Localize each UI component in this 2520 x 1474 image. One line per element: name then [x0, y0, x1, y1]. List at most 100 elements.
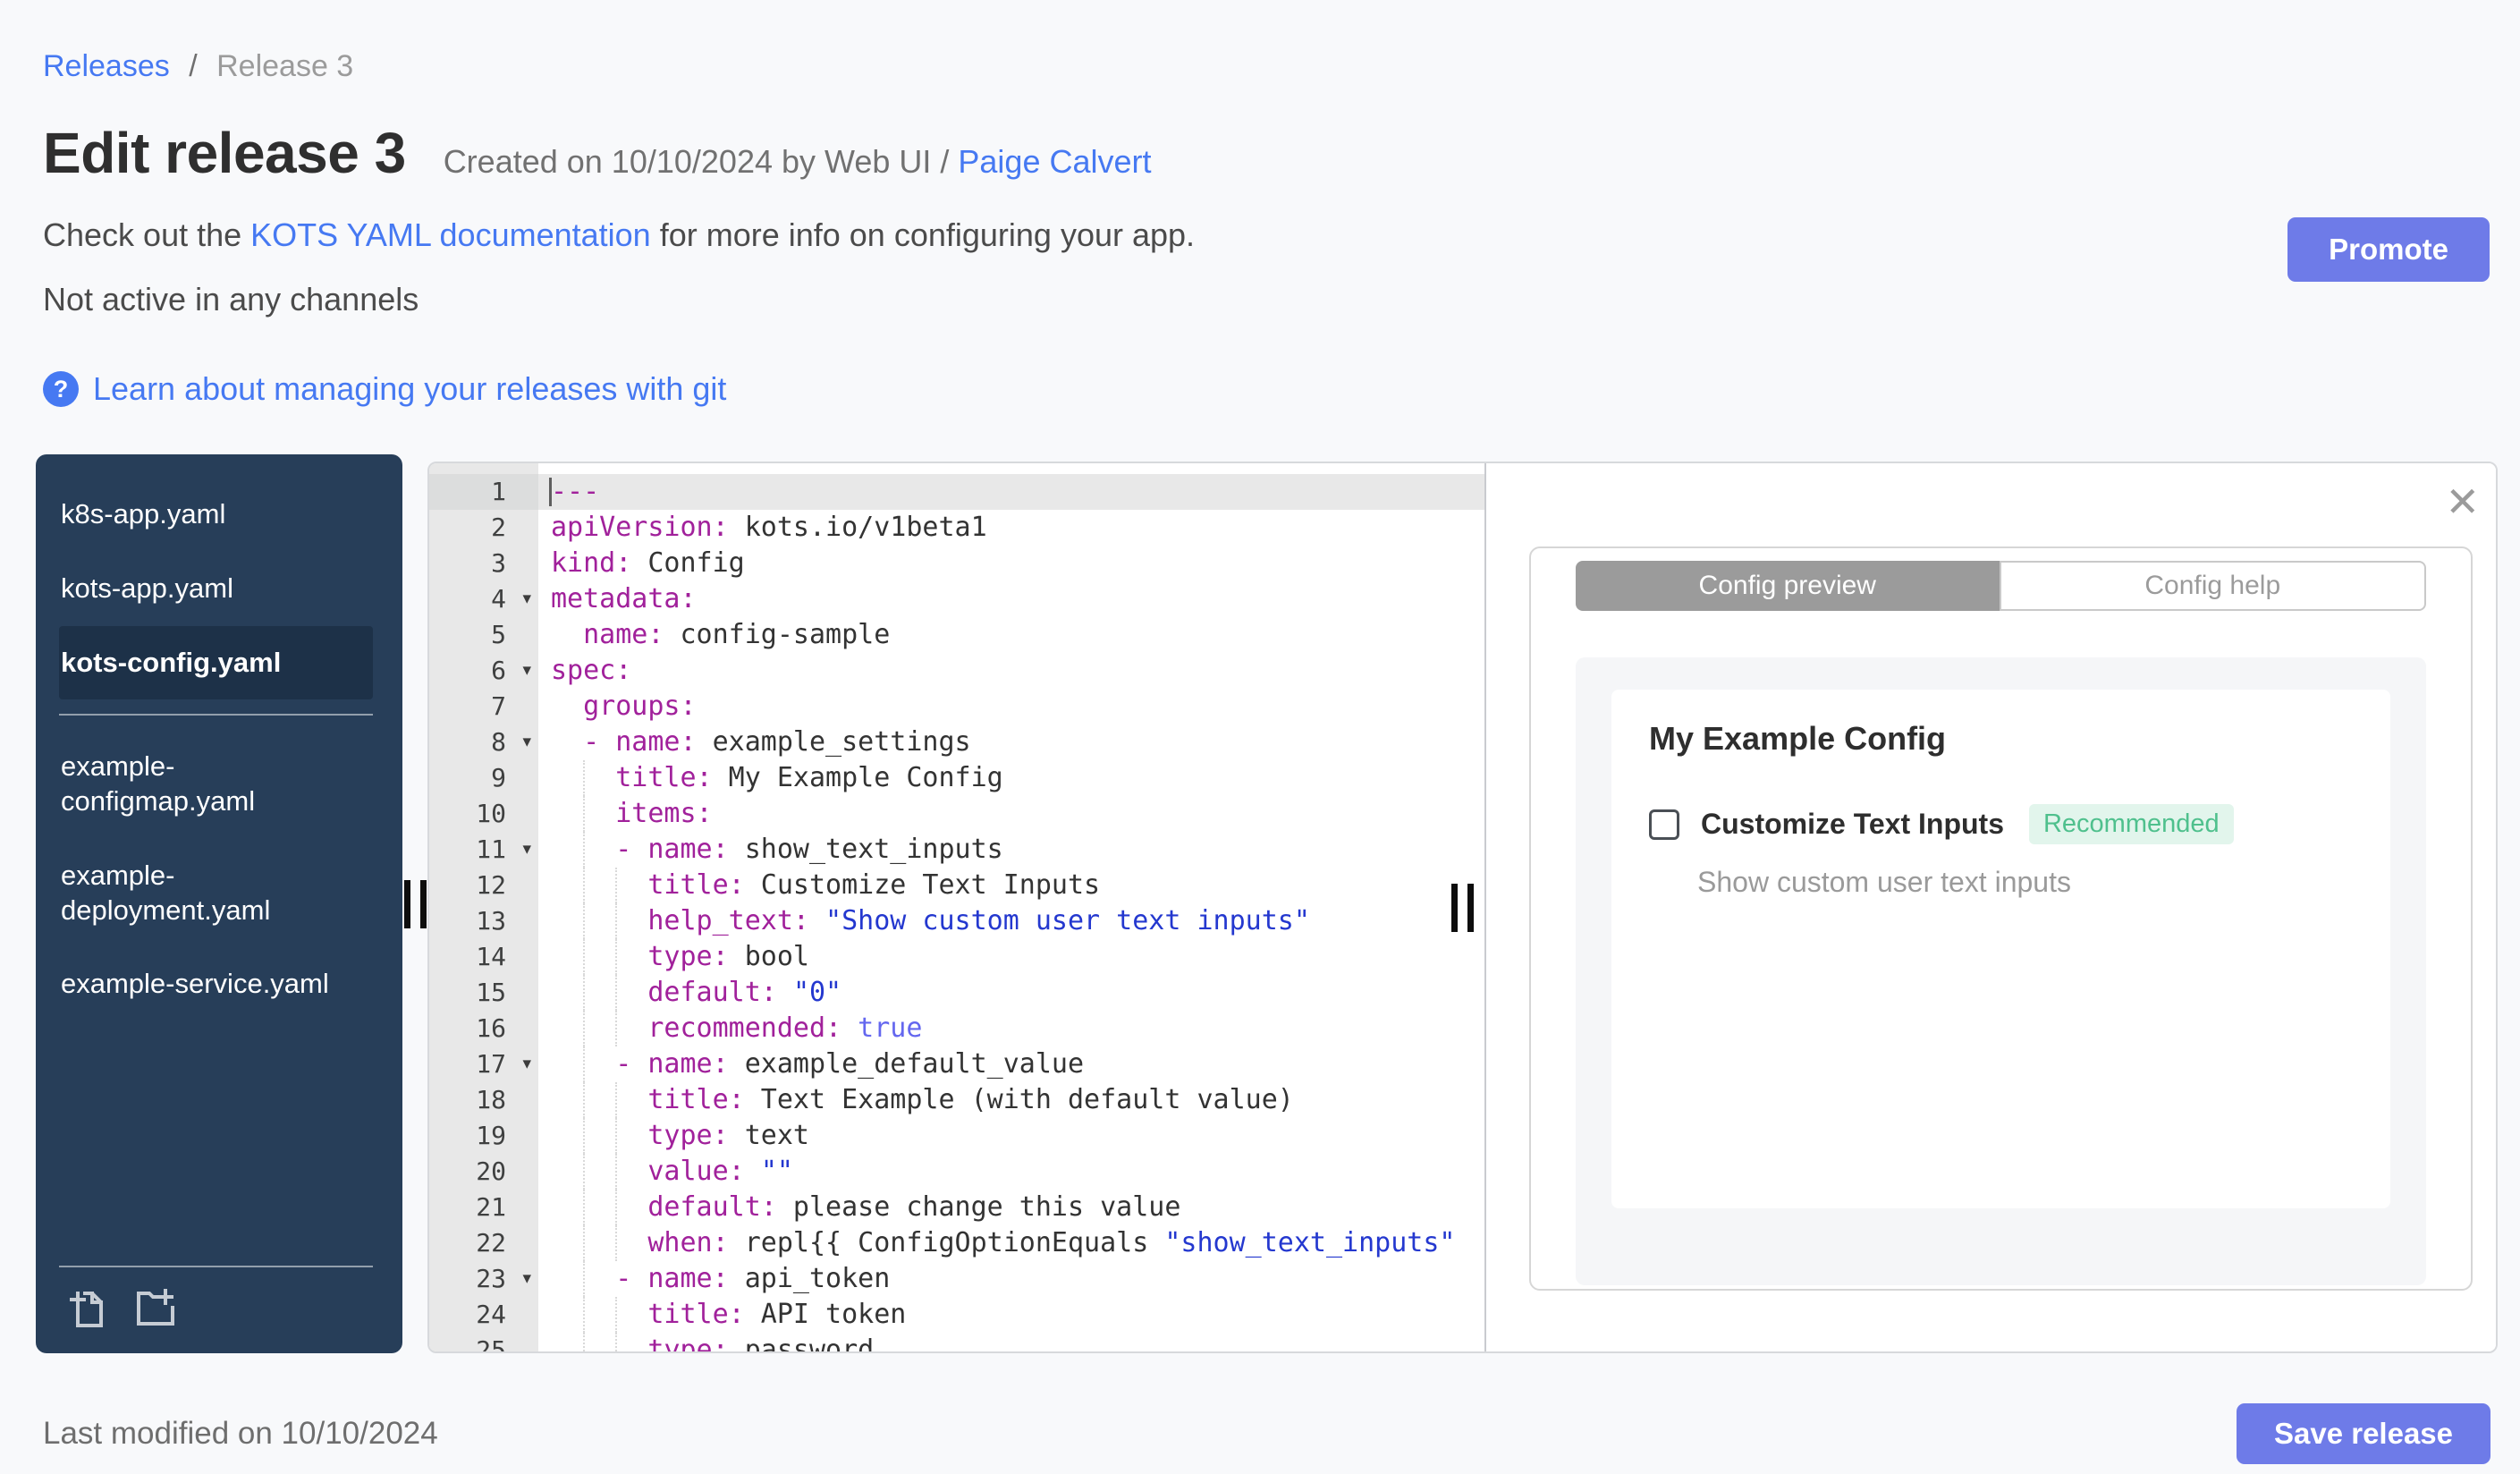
config-preview-panel: ✕ Config preview Config help My Example C…: [1484, 463, 2496, 1351]
add-file-icon[interactable]: [66, 1287, 109, 1330]
gutter-line: 20: [476, 1156, 506, 1186]
gutter-line: 10: [476, 799, 506, 828]
file-item[interactable]: example-configmap.yaml: [59, 730, 373, 839]
file-list-bottom: example-configmap.yaml example-deployment…: [36, 730, 402, 1021]
code-line: title: Text Example (with default value): [538, 1082, 1484, 1118]
sidebar-resize-handle[interactable]: [402, 879, 427, 928]
page: Releases / Release 3 Edit release 3 Crea…: [0, 0, 2520, 1474]
gutter-line: 5: [491, 620, 506, 649]
last-modified: Last modified on 10/10/2024: [43, 1416, 438, 1451]
footer: Last modified on 10/10/2024 Save release: [43, 1403, 2490, 1464]
gutter-line: 12: [476, 870, 506, 900]
gutter-line: 17 ▾: [429, 1046, 538, 1082]
code-line: ---: [538, 474, 1484, 510]
gutter-line: 9: [491, 763, 506, 792]
gutter-line: 24: [476, 1300, 506, 1329]
file-item[interactable]: kots-config.yaml: [59, 625, 373, 700]
config-form-area: My Example Config Customize Text Inputs …: [1576, 657, 2426, 1285]
gutter-line: 25: [476, 1335, 506, 1351]
config-item-label[interactable]: Customize Text Inputs: [1701, 808, 2004, 841]
code-line: - name: example_default_value: [538, 1046, 1484, 1082]
code-line: - name: example_settings: [551, 726, 971, 758]
config-subpanel: Config preview Config help My Example Con…: [1529, 546, 2473, 1291]
recommended-badge: Recommended: [2028, 804, 2234, 844]
chevron-down-icon[interactable]: ▾: [522, 653, 531, 689]
gutter-line: 8 ▾: [429, 724, 538, 760]
chevron-down-icon[interactable]: ▾: [522, 724, 531, 760]
chevron-down-icon[interactable]: ▾: [522, 832, 531, 868]
config-group-title: My Example Config: [1649, 720, 1947, 757]
gutter-line: 23 ▾: [429, 1261, 538, 1297]
code-line: type: password: [538, 1333, 1484, 1351]
config-tabs: Config preview Config help: [1576, 561, 2426, 611]
file-item[interactable]: example-deployment.yaml: [59, 839, 373, 948]
code-line: name: config-sample: [551, 619, 891, 650]
file-item[interactable]: k8s-app.yaml: [59, 478, 373, 552]
code-line: recommended: true: [538, 1011, 1484, 1046]
gutter-line: 21: [476, 1192, 506, 1222]
created-by-link[interactable]: Paige Calvert: [958, 143, 1151, 181]
created-info: Created on 10/10/2024 by Web UI / Paige …: [444, 143, 1152, 181]
file-item[interactable]: example-service.yaml: [59, 947, 373, 1021]
editor-gutter: 1 2 3 4 ▾ 5 6 ▾ 7 8 ▾ 9 10 11 ▾ 12 13 14 15 16 17 ▾ 18 19 20 21 22…: [429, 463, 538, 1351]
doc-row: Check out the KOTS YAML documentation fo…: [43, 216, 2477, 254]
gutter-line: 13: [476, 906, 506, 936]
git-help-row: ? Learn about managing your releases wit…: [43, 370, 2477, 408]
gutter-line: 22: [476, 1228, 506, 1258]
file-list-top: k8s-app.yaml kots-app.yaml kots-config.yam…: [36, 478, 402, 700]
close-icon[interactable]: ✕: [2445, 481, 2480, 522]
code-line: title: API token: [538, 1297, 1484, 1333]
save-release-button[interactable]: Save release: [2236, 1403, 2490, 1464]
code-line: help_text: "Show custom user text inputs…: [538, 903, 1484, 939]
code-line: - name: show_text_inputs: [538, 832, 1484, 868]
kots-doc-link[interactable]: KOTS YAML documentation: [250, 216, 651, 254]
editor-resize-handle[interactable]: [1451, 883, 1474, 932]
tab-config-preview[interactable]: Config preview: [1576, 561, 2000, 611]
file-actions-icons: [59, 1287, 373, 1330]
add-folder-icon[interactable]: [134, 1287, 177, 1330]
git-help-link[interactable]: Learn about managing your releases with …: [93, 370, 726, 408]
file-item[interactable]: kots-app.yaml: [59, 552, 373, 626]
file-list-divider: [59, 714, 373, 716]
gutter-line: 15: [476, 978, 506, 1007]
channel-status: Not active in any channels: [43, 281, 419, 318]
chevron-down-icon[interactable]: ▾: [522, 1261, 531, 1297]
promote-button[interactable]: Promote: [2287, 217, 2490, 282]
file-actions: [36, 1266, 402, 1353]
breadcrumb: Releases / Release 3: [43, 49, 2477, 84]
config-item-row: Customize Text Inputs Recommended: [1649, 804, 2353, 844]
doc-text-before: Check out the: [43, 216, 242, 253]
gutter-line: 16: [476, 1013, 506, 1043]
doc-text-after: for more info on configuring your app.: [659, 216, 1196, 253]
title-row: Edit release 3 Created on 10/10/2024 by …: [43, 120, 2477, 186]
gutter-line: 3: [491, 548, 506, 578]
code-line: - name: api_token: [538, 1261, 1484, 1297]
code-line: title: Customize Text Inputs: [538, 868, 1484, 903]
gutter-line: 1: [429, 474, 538, 510]
breadcrumb-releases-link[interactable]: Releases: [43, 49, 170, 83]
gutter-line: 6 ▾: [429, 653, 538, 689]
breadcrumb-current: Release 3: [216, 49, 354, 83]
chevron-down-icon[interactable]: ▾: [522, 581, 531, 617]
code-line: type: text: [538, 1118, 1484, 1154]
file-sidebar: k8s-app.yaml kots-app.yaml kots-config.yam…: [36, 454, 402, 1353]
code-line: when: repl{{ ConfigOptionEquals "show_te…: [538, 1225, 1484, 1261]
workspace: k8s-app.yaml kots-app.yaml kots-config.yam…: [36, 454, 2498, 1353]
question-icon[interactable]: ?: [43, 371, 79, 407]
gutter-line: 4 ▾: [429, 581, 538, 617]
customize-text-inputs-checkbox[interactable]: [1649, 809, 1679, 840]
code-line: spec:: [551, 655, 632, 686]
editor-card: 1 2 3 4 ▾ 5 6 ▾ 7 8 ▾ 9 10 11 ▾ 12 13 14 15 16 17 ▾ 18 19 20 21 22…: [427, 462, 2498, 1353]
chevron-down-icon[interactable]: ▾: [522, 1046, 531, 1082]
editor-code[interactable]: --- apiVersion: kots.io/v1beta1 kind: Conf…: [538, 463, 1484, 1351]
config-group-card: My Example Config Customize Text Inputs …: [1611, 690, 2390, 1208]
header: Releases / Release 3 Edit release 3 Crea…: [0, 0, 2520, 408]
code-line: apiVersion: kots.io/v1beta1: [551, 512, 987, 543]
file-actions-divider: [59, 1266, 373, 1267]
yaml-editor[interactable]: 1 2 3 4 ▾ 5 6 ▾ 7 8 ▾ 9 10 11 ▾ 12 13 14 15 16 17 ▾ 18 19 20 21 22…: [429, 463, 1484, 1351]
code-line: default: "0": [538, 975, 1484, 1011]
code-line: kind: Config: [551, 547, 745, 579]
gutter-line: 7: [491, 691, 506, 721]
tab-config-help[interactable]: Config help: [1999, 561, 2426, 611]
code-line: type: bool: [538, 939, 1484, 975]
